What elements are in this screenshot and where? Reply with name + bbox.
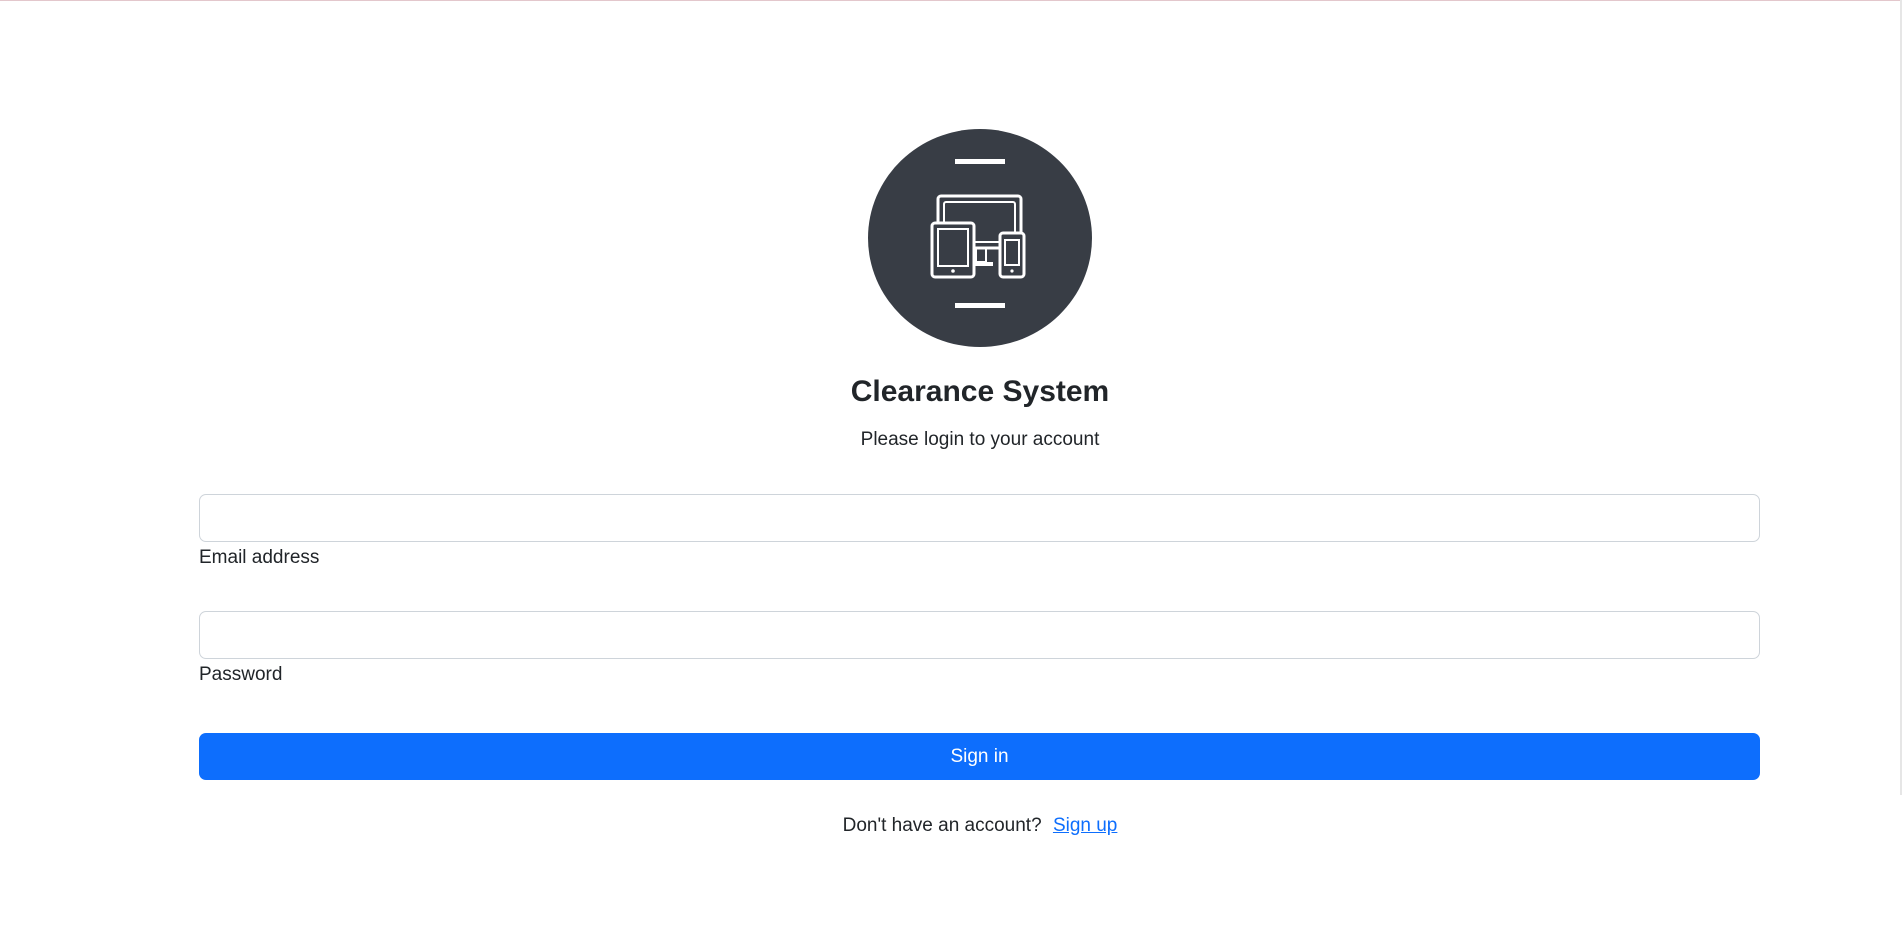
email-field[interactable] xyxy=(199,494,1760,542)
app-logo xyxy=(868,129,1092,347)
login-page: Clearance System Please login to your ac… xyxy=(0,0,1902,933)
email-label: Email address xyxy=(199,547,320,568)
top-border xyxy=(0,0,1902,1)
signup-prompt: Don't have an account? Sign up xyxy=(0,814,1902,838)
page-title: Clearance System xyxy=(850,375,1110,408)
sign-in-button[interactable]: Sign in xyxy=(199,733,1760,780)
password-label: Password xyxy=(199,664,283,685)
signup-prompt-text: Don't have an account? xyxy=(842,815,1042,836)
password-field[interactable] xyxy=(199,611,1760,659)
page-subtitle: Please login to your account xyxy=(860,429,1100,450)
sign-up-link[interactable]: Sign up xyxy=(1053,815,1117,836)
devices-icon xyxy=(868,129,1092,347)
